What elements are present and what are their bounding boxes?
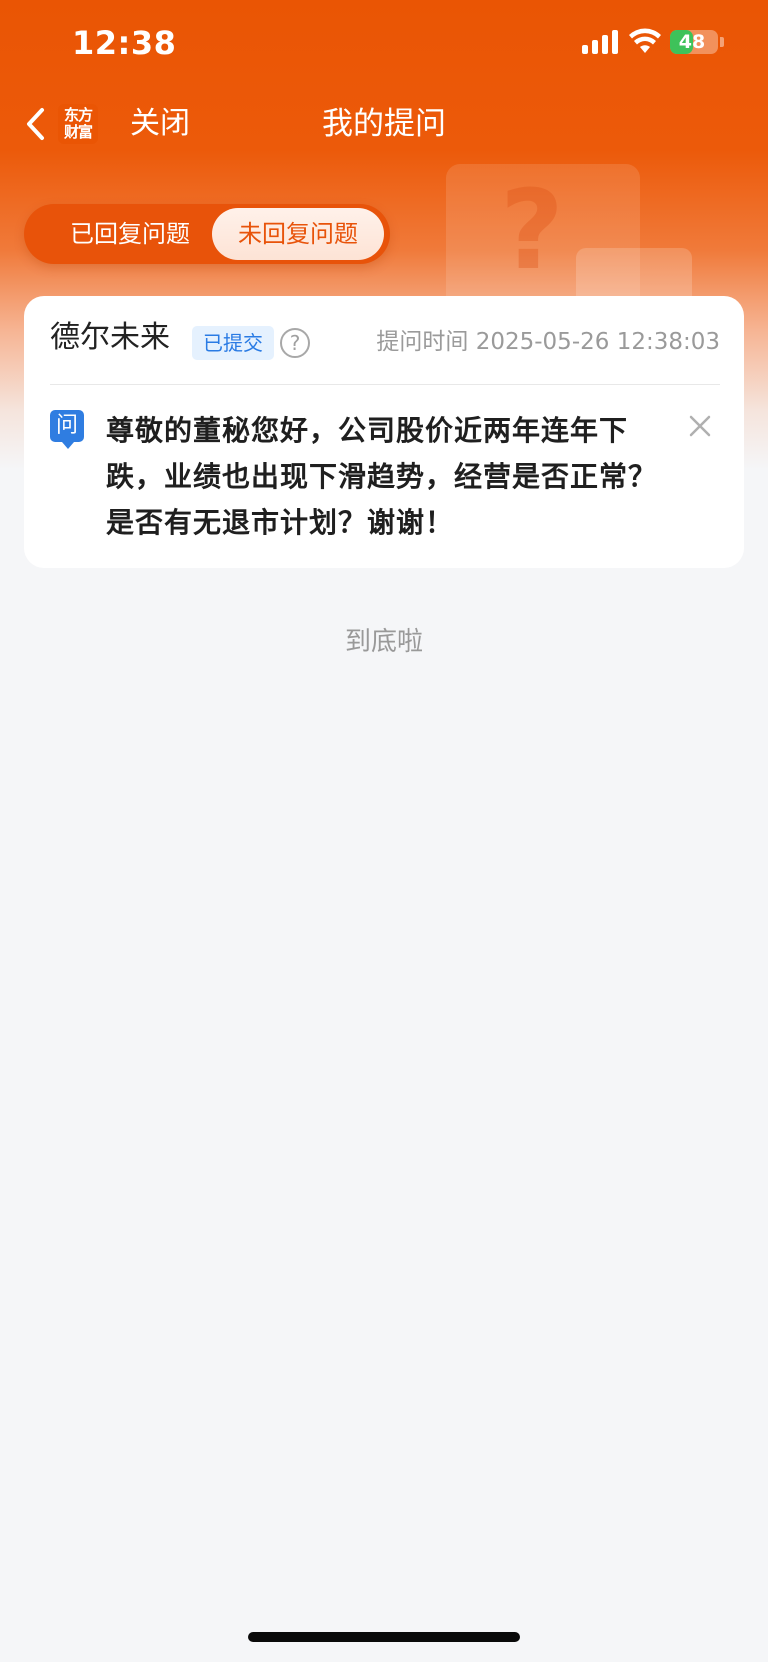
end-of-list-text: 到底啦 bbox=[344, 627, 423, 657]
company-name: 德尔未来 bbox=[50, 320, 170, 355]
tab-unreplied[interactable]: 未回复问题 bbox=[212, 208, 384, 260]
question-time: 提问时间 2025-05-26 12:38:03 bbox=[376, 329, 720, 355]
battery-charging-icon: 48 bbox=[670, 30, 718, 54]
help-icon[interactable]: ? bbox=[280, 328, 310, 358]
battery-level: 48 bbox=[678, 31, 706, 53]
close-icon[interactable] bbox=[688, 414, 712, 438]
tab-replied[interactable]: 已回复问题 bbox=[32, 208, 228, 260]
question-badge-icon: 问 bbox=[50, 410, 84, 449]
status-time: 12:38 bbox=[72, 24, 177, 62]
question-card[interactable]: 德尔未来 已提交 ? 提问时间 2025-05-26 12:38:03 问 尊敬… bbox=[24, 296, 744, 568]
home-indicator[interactable] bbox=[248, 1632, 520, 1642]
status-bar: 12:38 48 bbox=[0, 0, 768, 88]
tab-switcher: 已回复问题 未回复问题 bbox=[24, 204, 390, 264]
signal-icon bbox=[582, 30, 618, 54]
nav-bar: 东方 财富 关闭 我的提问 bbox=[0, 96, 768, 152]
status-badge: 已提交 bbox=[192, 326, 274, 360]
question-text: 尊敬的董秘您好，公司股价近两年连年下跌，业绩也出现下滑趋势，经营是否正常？是否有… bbox=[106, 414, 658, 539]
divider bbox=[50, 384, 720, 385]
battery-tip bbox=[720, 37, 724, 47]
wifi-icon bbox=[629, 28, 661, 53]
page-title: 我的提问 bbox=[322, 106, 446, 142]
page: 12:38 48 东方 财富 关闭 我的提问 ? 已回复问题 未回复问题 德尔未… bbox=[0, 0, 768, 1662]
question-mark-illustration-icon: ? bbox=[500, 166, 564, 294]
